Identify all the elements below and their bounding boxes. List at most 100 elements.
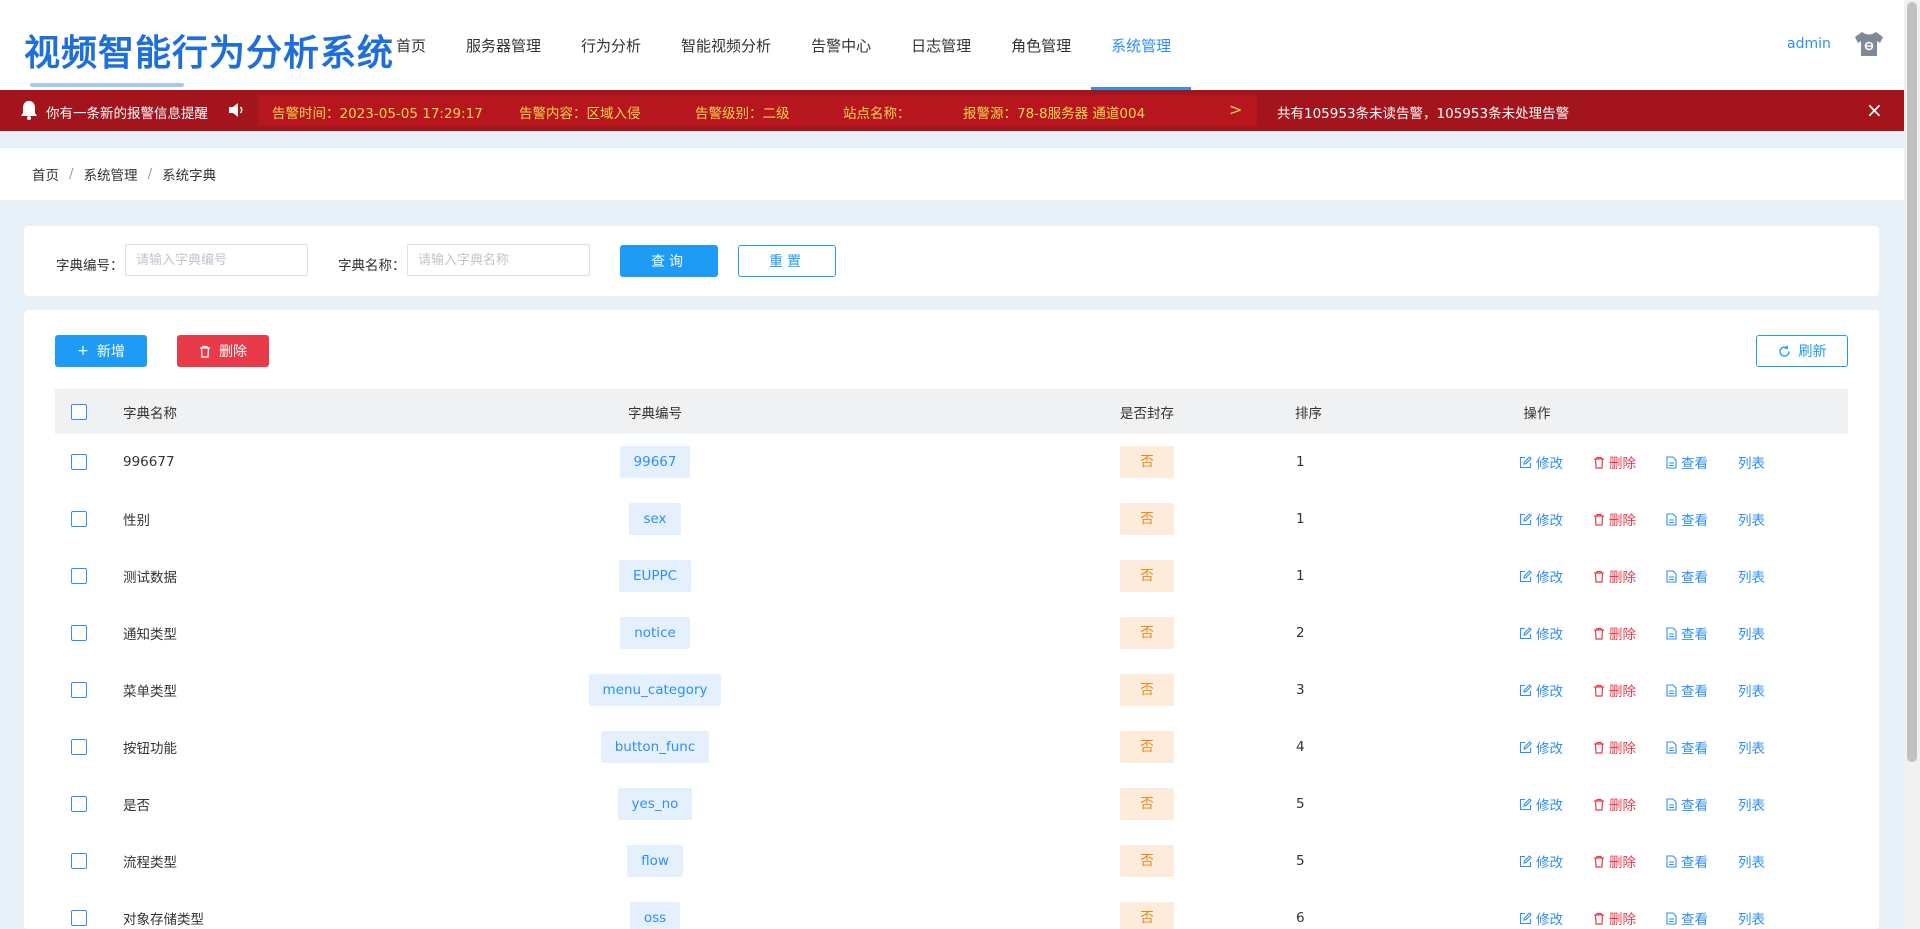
- row-checkbox[interactable]: [71, 739, 87, 755]
- edit-link[interactable]: 修改: [1519, 908, 1563, 928]
- list-link[interactable]: 列表: [1738, 566, 1765, 586]
- edit-link[interactable]: 修改: [1519, 794, 1563, 814]
- nav-item-alarm-center[interactable]: 告警中心: [791, 0, 891, 90]
- list-link-label: 列表: [1738, 570, 1765, 586]
- delete-link[interactable]: 删除: [1593, 566, 1636, 586]
- row-dict-name: 对象存储类型: [123, 912, 204, 928]
- user-name[interactable]: admin: [1787, 36, 1831, 52]
- nav-item-smart-video-analysis[interactable]: 智能视频分析: [661, 0, 791, 90]
- alarm-next-arrow[interactable]: >: [1229, 100, 1242, 119]
- row-checkbox[interactable]: [71, 682, 87, 698]
- list-link-label: 列表: [1738, 627, 1765, 643]
- row-checkbox-cell: [71, 605, 87, 661]
- add-button[interactable]: + 新增: [55, 335, 147, 367]
- delete-link[interactable]: 删除: [1593, 623, 1636, 643]
- vertical-scrollbar[interactable]: [1904, 0, 1920, 929]
- list-link-label: 列表: [1738, 456, 1765, 472]
- refresh-button[interactable]: 刷新: [1756, 335, 1848, 367]
- avatar-icon[interactable]: [1853, 30, 1885, 58]
- row-sort: 3: [1296, 682, 1305, 698]
- delete-link[interactable]: 删除: [1593, 794, 1636, 814]
- document-icon: [1666, 740, 1677, 754]
- nav-item-server-management[interactable]: 服务器管理: [446, 0, 561, 90]
- edit-link[interactable]: 修改: [1519, 509, 1563, 529]
- nav-item-role-management[interactable]: 角色管理: [991, 0, 1091, 90]
- reset-button[interactable]: 重置: [738, 245, 836, 277]
- delete-link[interactable]: 删除: [1593, 452, 1636, 472]
- row-checkbox[interactable]: [71, 511, 87, 527]
- document-icon: [1666, 569, 1677, 583]
- trash-icon: [1594, 684, 1604, 697]
- document-icon: [1666, 455, 1677, 469]
- view-link[interactable]: 查看: [1666, 794, 1708, 814]
- document-icon: [1666, 683, 1677, 697]
- row-dict-code-cell: EUPPC: [469, 548, 841, 604]
- dict-code-input[interactable]: [125, 244, 308, 276]
- batch-delete-button[interactable]: 删除: [177, 335, 269, 367]
- row-checkbox[interactable]: [71, 796, 87, 812]
- query-button[interactable]: 查询: [620, 245, 718, 277]
- nav-item-home[interactable]: 首页: [376, 0, 446, 90]
- row-dict-code-tag: flow: [627, 845, 683, 877]
- view-link[interactable]: 查看: [1666, 680, 1708, 700]
- edit-link[interactable]: 修改: [1519, 452, 1563, 472]
- view-link[interactable]: 查看: [1666, 566, 1708, 586]
- delete-link[interactable]: 删除: [1593, 737, 1636, 757]
- nav-item-behavior-analysis[interactable]: 行为分析: [561, 0, 661, 90]
- list-link[interactable]: 列表: [1738, 908, 1765, 928]
- row-checkbox[interactable]: [71, 625, 87, 641]
- list-link[interactable]: 列表: [1738, 737, 1765, 757]
- edit-link[interactable]: 修改: [1519, 623, 1563, 643]
- list-link[interactable]: 列表: [1738, 452, 1765, 472]
- delete-link[interactable]: 删除: [1593, 509, 1636, 529]
- dict-name-input[interactable]: [407, 244, 590, 276]
- list-link-label: 列表: [1738, 741, 1765, 757]
- edit-link[interactable]: 修改: [1519, 851, 1563, 871]
- breadcrumb-system-management[interactable]: 系统管理: [84, 164, 138, 184]
- view-link[interactable]: 查看: [1666, 623, 1708, 643]
- delete-link[interactable]: 删除: [1593, 851, 1636, 871]
- list-link[interactable]: 列表: [1738, 680, 1765, 700]
- nav-item-log-management[interactable]: 日志管理: [891, 0, 991, 90]
- row-dict-code-tag: yes_no: [617, 788, 693, 820]
- table-row: 对象存储类型 oss 否 6 修改 删除 查看 列表: [55, 890, 1848, 929]
- list-link[interactable]: 列表: [1738, 623, 1765, 643]
- row-checkbox[interactable]: [71, 910, 87, 926]
- row-dict-code-tag: 99667: [619, 446, 691, 478]
- alarm-close-icon[interactable]: ×: [1866, 98, 1883, 122]
- table-row: 996677 99667 否 1 修改 删除 查看 列表: [55, 434, 1848, 491]
- row-checkbox[interactable]: [71, 454, 87, 470]
- alarm-detail[interactable]: 告警时间：2023-05-05 17:29:17 告警内容：区域入侵 告警级别：…: [258, 95, 1257, 126]
- view-link[interactable]: 查看: [1666, 509, 1708, 529]
- scrollbar-thumb[interactable]: [1907, 2, 1917, 762]
- breadcrumb: 首页 / 系统管理 / 系统字典: [0, 148, 1904, 200]
- app-title: 视频智能行为分析系统: [24, 33, 395, 74]
- row-checkbox[interactable]: [71, 568, 87, 584]
- delete-link-label: 删除: [1609, 855, 1636, 871]
- nav-item-system-management[interactable]: 系统管理: [1091, 0, 1192, 90]
- list-link[interactable]: 列表: [1738, 794, 1765, 814]
- view-link[interactable]: 查看: [1666, 452, 1708, 472]
- document-icon: [1666, 854, 1677, 868]
- list-link[interactable]: 列表: [1738, 509, 1765, 529]
- row-checkbox[interactable]: [71, 853, 87, 869]
- edit-link[interactable]: 修改: [1519, 566, 1563, 586]
- view-link[interactable]: 查看: [1666, 737, 1708, 757]
- row-sort: 4: [1296, 739, 1305, 755]
- add-button-label: 新增: [96, 344, 125, 360]
- search-panel: 字典编号： 字典名称： 查询 重置: [24, 226, 1879, 296]
- edit-link[interactable]: 修改: [1519, 737, 1563, 757]
- breadcrumb-home[interactable]: 首页: [32, 164, 59, 184]
- delete-link[interactable]: 删除: [1593, 680, 1636, 700]
- speaker-icon[interactable]: [228, 102, 246, 118]
- row-operations: 修改 删除 查看 列表: [1519, 434, 1795, 490]
- dictionary-table: 字典名称 字典编号 是否封存 排序 操作 996677 99667 否 1 修改…: [55, 389, 1848, 929]
- select-all-checkbox[interactable]: [71, 403, 87, 420]
- view-link[interactable]: 查看: [1666, 851, 1708, 871]
- delete-link[interactable]: 删除: [1593, 908, 1636, 928]
- edit-link[interactable]: 修改: [1519, 680, 1563, 700]
- row-dict-code-cell: button_func: [469, 719, 841, 775]
- view-link[interactable]: 查看: [1666, 908, 1708, 928]
- list-link[interactable]: 列表: [1738, 851, 1765, 871]
- table-header: 字典名称 字典编号 是否封存 排序 操作: [55, 389, 1848, 434]
